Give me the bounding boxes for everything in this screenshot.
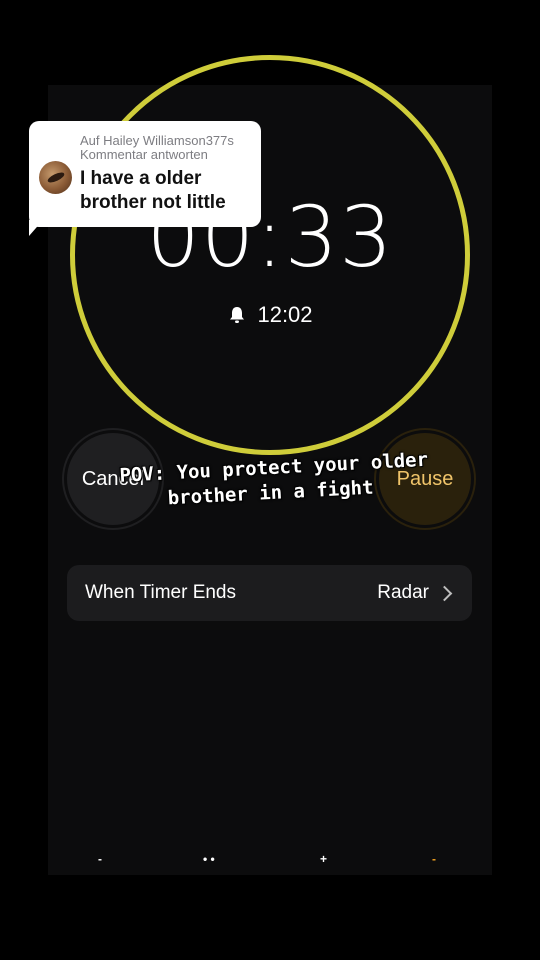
reply-header-line-1: Auf Hailey Williamson377s <box>80 133 234 148</box>
bell-icon <box>227 305 247 325</box>
reply-header-line-2: Kommentar antworten <box>80 147 208 162</box>
reply-comment-line-1: I have a older <box>80 168 202 189</box>
setting-value: Radar <box>377 582 429 603</box>
chevron-right-icon <box>436 585 453 601</box>
comment-reply-sticker[interactable]: Auf Hailey Williamson377s Kommentar antw… <box>29 121 261 227</box>
when-timer-ends-row[interactable]: When Timer Ends Radar <box>67 565 472 621</box>
video-frame: 00:33 12:02 Cancel Pause When Timer Ends… <box>0 0 540 960</box>
tab-mark-4[interactable]: - <box>432 852 436 866</box>
reply-header: Auf Hailey Williamson377s Kommentar antw… <box>80 134 234 162</box>
tab-mark-2[interactable]: • • <box>203 852 215 866</box>
avatar <box>39 161 72 194</box>
reply-comment-line-2: brother not little <box>80 192 226 213</box>
tab-mark-1[interactable]: - <box>98 852 102 866</box>
alarm-time: 12:02 <box>257 302 313 327</box>
setting-value-group: Radar <box>377 582 454 604</box>
bottom-tab-bar: - • • + - <box>48 852 492 872</box>
reply-comment: I have a older brother not little <box>80 167 226 215</box>
alarm-time-row: 12:02 <box>170 302 370 328</box>
tab-mark-3[interactable]: + <box>320 852 327 866</box>
setting-label: When Timer Ends <box>85 582 236 603</box>
